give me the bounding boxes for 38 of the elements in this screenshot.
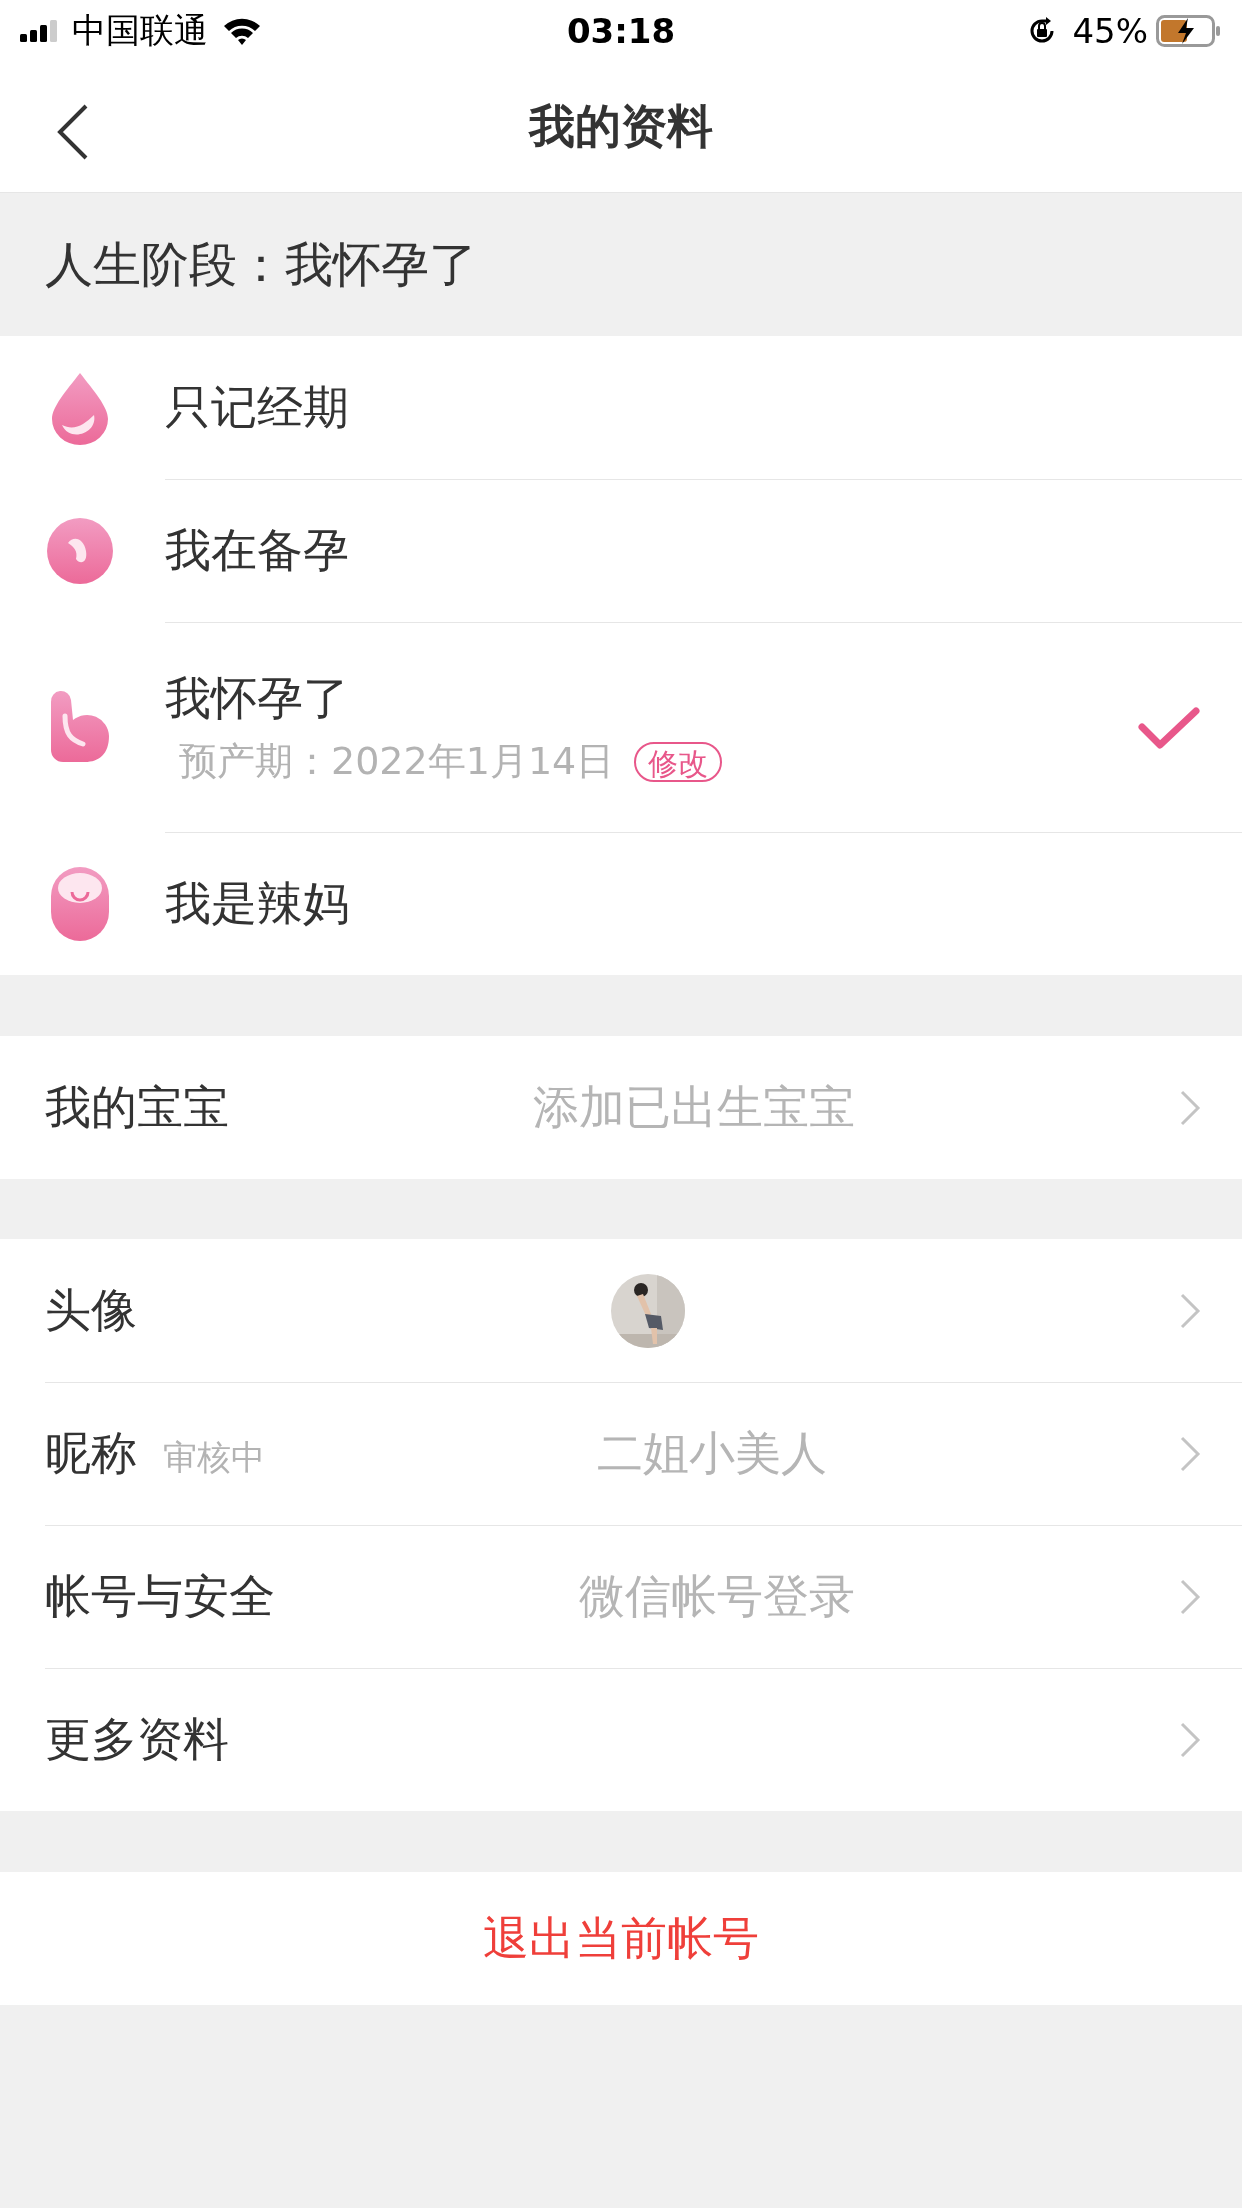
review-status: 审核中 bbox=[163, 1436, 265, 1479]
page-title: 我的资料 bbox=[529, 98, 713, 155]
row-label: 昵称 bbox=[45, 1425, 137, 1482]
stage-label: 我怀孕了 bbox=[165, 670, 350, 727]
stage-option[interactable]: 我是辣妈 bbox=[0, 832, 1242, 975]
chevron-icon bbox=[1178, 1720, 1202, 1760]
settings-row[interactable]: 头像 bbox=[0, 1239, 1242, 1382]
row-label: 更多资料 bbox=[45, 1711, 229, 1768]
due-date: 预产期：2022年1月14日 bbox=[179, 738, 615, 785]
settings-row[interactable]: 昵称 审核中 二姐小美人 bbox=[0, 1382, 1242, 1525]
stage-label: 我是辣妈 bbox=[165, 875, 350, 932]
row-value: 添加已出生宝宝 bbox=[532, 1078, 855, 1136]
row-value: 二姐小美人 bbox=[596, 1425, 827, 1482]
row-label: 帐号与安全 bbox=[45, 1568, 275, 1625]
carrier-name: 中国联通 bbox=[72, 9, 208, 52]
stage-label: 我在备孕 bbox=[165, 522, 350, 579]
row-label: 我的宝宝 bbox=[45, 1078, 229, 1136]
section-header: 人生阶段：我怀孕了 bbox=[45, 234, 477, 294]
clock-time: 03:18 bbox=[566, 11, 676, 51]
signal-icon bbox=[20, 20, 60, 42]
logout-button[interactable]: 退出当前帐号 bbox=[0, 1872, 1242, 2005]
stage-option[interactable]: 我怀孕了 预产期：2022年1月14日 修改 bbox=[0, 622, 1242, 832]
row-value: 微信帐号登录 bbox=[578, 1568, 855, 1625]
battery-icon bbox=[1156, 15, 1222, 47]
chevron-icon bbox=[1178, 1577, 1202, 1617]
stage-option[interactable]: 只记经期 bbox=[0, 336, 1242, 479]
settings-row[interactable]: 更多资料 bbox=[0, 1668, 1242, 1811]
wifi-icon bbox=[222, 16, 262, 46]
settings-row[interactable]: 帐号与安全 微信帐号登录 bbox=[0, 1525, 1242, 1668]
row-label: 头像 bbox=[45, 1281, 137, 1339]
battery-percent: 45% bbox=[1072, 11, 1148, 51]
stage-label: 只记经期 bbox=[165, 378, 350, 436]
chevron-icon bbox=[1178, 1434, 1202, 1474]
seed-icon bbox=[46, 516, 114, 585]
bump-icon bbox=[49, 690, 111, 764]
check-icon bbox=[1138, 704, 1200, 751]
baby-row[interactable]: 我的宝宝 添加已出生宝宝 bbox=[0, 1036, 1242, 1179]
stage-option[interactable]: 我在备孕 bbox=[0, 479, 1242, 622]
